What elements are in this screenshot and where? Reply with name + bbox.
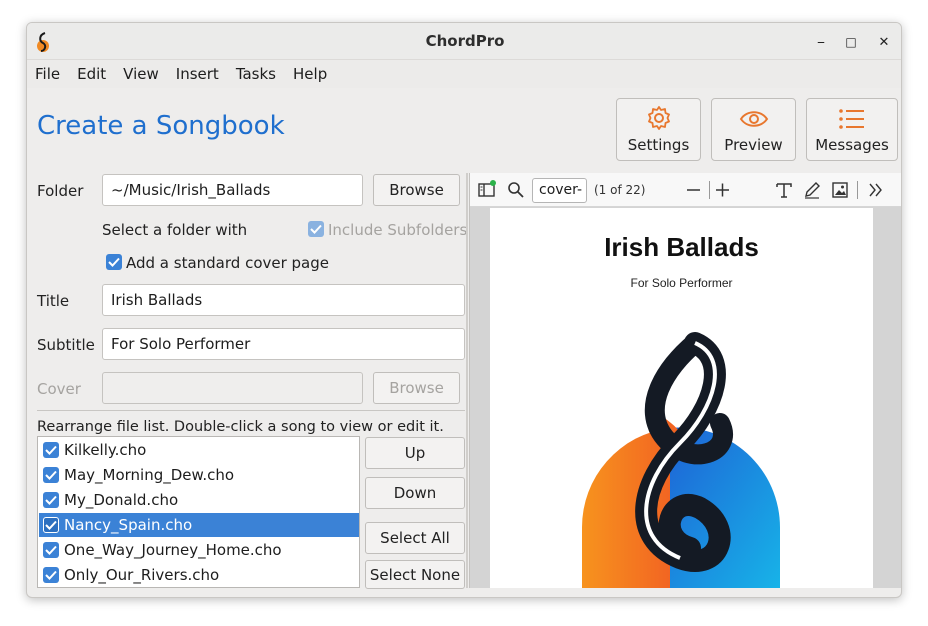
file-name: May_Morning_Dew.cho (64, 466, 235, 484)
title-input[interactable]: Irish Ballads (102, 284, 465, 316)
cover-label: Cover (37, 380, 81, 398)
check-icon (310, 224, 322, 234)
maximize-icon: □ (845, 35, 857, 49)
messages-button[interactable]: Messages (806, 98, 898, 161)
page-number-input[interactable]: cover- (532, 178, 587, 203)
pdf-viewer: cover- (1 of 22) Irish Ballads For Solo … (469, 173, 901, 588)
check-icon (45, 520, 57, 530)
subtitle-input[interactable]: For Solo Performer (102, 328, 465, 360)
settings-label: Settings (627, 136, 690, 154)
minimize-button[interactable]: ⎯ (810, 31, 832, 53)
file-checkbox[interactable] (43, 467, 59, 483)
file-name: One_Way_Journey_Home.cho (64, 541, 282, 559)
cover-page-label: Add a standard cover page (126, 254, 329, 272)
list-icon (839, 109, 864, 129)
rearrange-hint: Rearrange file list. Double-click a song… (37, 419, 444, 435)
tools-divider (857, 181, 858, 199)
menu-bar: File Edit View Insert Tasks Help (27, 60, 901, 88)
list-item-selected[interactable]: Nancy_Spain.cho (39, 513, 359, 537)
select-none-button[interactable]: Select None (365, 560, 465, 589)
text-tool-icon[interactable] (774, 180, 794, 200)
list-item[interactable]: May_Morning_Dew.cho (39, 463, 359, 487)
file-name: Nancy_Spain.cho (64, 516, 193, 534)
zoom-in-icon[interactable] (713, 180, 733, 200)
check-icon (45, 570, 57, 580)
select-folder-hint: Select a folder with (102, 221, 248, 239)
minimize-icon: ⎯ (817, 34, 825, 50)
check-icon (45, 445, 57, 455)
check-icon (45, 545, 57, 555)
check-icon (45, 495, 57, 505)
zoom-divider (709, 181, 710, 199)
cover-page-checkbox[interactable] (106, 254, 122, 270)
menu-file[interactable]: File (35, 65, 60, 83)
list-item[interactable]: Kilkelly.cho (39, 438, 359, 462)
file-checkbox[interactable] (43, 542, 59, 558)
include-subfolders-label: Include Subfolders (328, 221, 468, 239)
menu-help[interactable]: Help (293, 65, 327, 83)
preview-label: Preview (724, 136, 783, 154)
settings-button[interactable]: Settings (616, 98, 701, 161)
file-list[interactable]: Kilkelly.cho May_Morning_Dew.cho My_Dona… (37, 436, 360, 588)
more-tools-icon[interactable] (866, 180, 886, 200)
move-down-button[interactable]: Down (365, 477, 465, 509)
folder-browse-button[interactable]: Browse (373, 174, 460, 206)
folder-input[interactable]: ~/Music/Irish_Ballads (102, 174, 363, 206)
image-tool-icon[interactable] (830, 180, 850, 200)
file-checkbox[interactable] (43, 517, 59, 533)
file-name: My_Donald.cho (64, 491, 179, 509)
maximize-button[interactable]: □ (840, 31, 862, 53)
search-icon[interactable] (506, 180, 526, 200)
sidebar-toggle-icon[interactable] (477, 180, 497, 200)
subtitle-label: Subtitle (37, 336, 95, 354)
include-subfolders-checkbox[interactable] (308, 221, 324, 237)
check-icon (45, 470, 57, 480)
title-label: Title (37, 292, 70, 310)
form-divider (37, 410, 465, 411)
list-item[interactable]: My_Donald.cho (39, 488, 359, 512)
check-icon (108, 257, 120, 267)
chordpro-cover-logo-icon (581, 332, 781, 588)
menu-edit[interactable]: Edit (77, 65, 106, 83)
close-button[interactable]: ✕ (873, 31, 895, 53)
title-bar: ChordPro ⎯ □ ✕ (27, 23, 901, 60)
menu-view[interactable]: View (123, 65, 159, 83)
file-checkbox[interactable] (43, 567, 59, 583)
list-item[interactable]: Only_Our_Rivers.cho (39, 563, 359, 587)
folder-label: Folder (37, 182, 84, 200)
messages-label: Messages (815, 136, 889, 154)
draw-tool-icon[interactable] (802, 180, 822, 200)
app-window: ChordPro ⎯ □ ✕ File Edit View Insert Tas… (26, 22, 902, 598)
file-checkbox[interactable] (43, 492, 59, 508)
select-all-button[interactable]: Select All (365, 522, 465, 554)
close-icon: ✕ (878, 34, 890, 50)
preview-button[interactable]: Preview (711, 98, 796, 161)
cover-input[interactable] (102, 372, 363, 404)
move-up-button[interactable]: Up (365, 437, 465, 469)
viewer-toolbar: cover- (1 of 22) (470, 173, 901, 207)
page-count: (1 of 22) (594, 183, 646, 197)
menu-tasks[interactable]: Tasks (236, 65, 276, 83)
file-name: Only_Our_Rivers.cho (64, 566, 220, 584)
eye-icon (739, 111, 768, 127)
gear-icon (647, 106, 670, 130)
file-name: Kilkelly.cho (64, 441, 147, 459)
pdf-page: Irish Ballads For Solo Performer (490, 208, 873, 588)
list-item[interactable]: One_Way_Journey_Home.cho (39, 538, 359, 562)
cover-browse-button[interactable]: Browse (373, 372, 460, 404)
file-checkbox[interactable] (43, 442, 59, 458)
pane-splitter[interactable] (466, 173, 468, 588)
zoom-out-icon[interactable] (684, 180, 704, 200)
window-title: ChordPro (425, 32, 505, 50)
page-title: Create a Songbook (37, 111, 285, 141)
menu-insert[interactable]: Insert (176, 65, 219, 83)
